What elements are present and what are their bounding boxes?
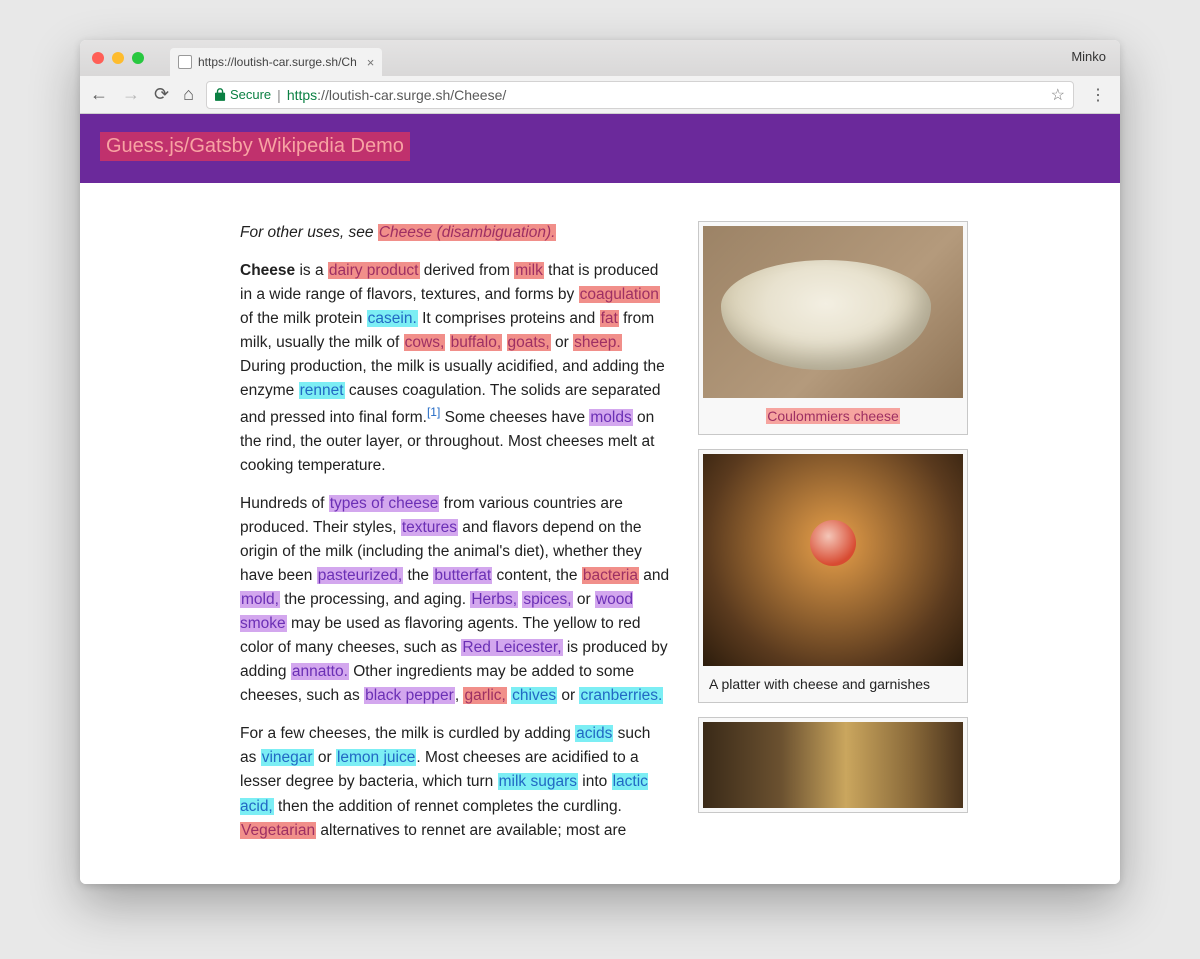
bookmark-star-icon[interactable]: ☆ bbox=[1051, 85, 1065, 105]
link-mold[interactable]: mold, bbox=[240, 591, 280, 608]
image-cheese-platter[interactable] bbox=[703, 454, 963, 666]
reload-button[interactable]: ⟳ bbox=[154, 84, 169, 105]
image-cheese-shop[interactable] bbox=[703, 722, 963, 808]
address-bar[interactable]: Secure | https://loutish-car.surge.sh/Ch… bbox=[206, 81, 1074, 109]
paragraph-3: For a few cheeses, the milk is curdled b… bbox=[240, 722, 670, 842]
home-button[interactable]: ⌂ bbox=[183, 84, 194, 105]
link-pasteurized[interactable]: pasteurized, bbox=[317, 567, 403, 584]
link-black-pepper[interactable]: black pepper bbox=[364, 687, 455, 704]
link-bacteria[interactable]: bacteria bbox=[582, 567, 639, 584]
paragraph-2: Hundreds of types of cheese from various… bbox=[240, 492, 670, 708]
link-sheep[interactable]: sheep. bbox=[573, 334, 622, 351]
link-vinegar[interactable]: vinegar bbox=[261, 749, 314, 766]
link-cranberries[interactable]: cranberries. bbox=[579, 687, 663, 704]
browser-menu-button[interactable]: ⋮ bbox=[1086, 85, 1110, 105]
link-coagulation[interactable]: coagulation bbox=[579, 286, 660, 303]
secure-label: Secure bbox=[230, 87, 271, 102]
term-cheese: Cheese bbox=[240, 262, 295, 279]
profile-name[interactable]: Minko bbox=[1071, 49, 1106, 64]
link-milk[interactable]: milk bbox=[514, 262, 544, 279]
link-red-leicester[interactable]: Red Leicester, bbox=[461, 639, 562, 656]
window-controls bbox=[92, 52, 144, 64]
url-text: https://loutish-car.surge.sh/Cheese/ bbox=[287, 87, 1045, 103]
article-column: For other uses, see Cheese (disambiguati… bbox=[240, 221, 670, 857]
link-garlic[interactable]: garlic, bbox=[463, 687, 506, 704]
figure-coulommiers: Coulommiers cheese bbox=[698, 221, 968, 435]
link-casein[interactable]: casein. bbox=[367, 310, 418, 327]
link-fat[interactable]: fat bbox=[600, 310, 619, 327]
link-cows[interactable]: cows, bbox=[404, 334, 446, 351]
ref-1[interactable]: [1] bbox=[427, 405, 440, 419]
link-disambiguation[interactable]: Cheese (disambiguation). bbox=[378, 224, 557, 241]
fullscreen-window-button[interactable] bbox=[132, 52, 144, 64]
site-header: Guess.js/Gatsby Wikipedia Demo bbox=[80, 114, 1120, 183]
tab-close-icon[interactable]: × bbox=[367, 55, 375, 70]
page-body: For other uses, see Cheese (disambiguati… bbox=[80, 183, 1120, 857]
link-molds[interactable]: molds bbox=[589, 409, 632, 426]
browser-window: https://loutish-car.surge.sh/Ch × Minko … bbox=[80, 40, 1120, 884]
figure-platter: A platter with cheese and garnishes bbox=[698, 449, 968, 703]
link-dairy-product[interactable]: dairy product bbox=[328, 262, 420, 279]
link-coulommiers-cheese[interactable]: Coulommiers cheese bbox=[766, 408, 900, 424]
image-coulommiers-cheese[interactable] bbox=[703, 226, 963, 398]
link-goats[interactable]: goats, bbox=[507, 334, 551, 351]
window-titlebar: https://loutish-car.surge.sh/Ch × Minko bbox=[80, 40, 1120, 76]
back-button[interactable]: ← bbox=[90, 84, 108, 105]
lock-icon bbox=[215, 88, 226, 101]
close-window-button[interactable] bbox=[92, 52, 104, 64]
link-types-of-cheese[interactable]: types of cheese bbox=[329, 495, 440, 512]
link-acids[interactable]: acids bbox=[575, 725, 613, 742]
site-title[interactable]: Guess.js/Gatsby Wikipedia Demo bbox=[100, 132, 410, 161]
caption-platter: A platter with cheese and garnishes bbox=[703, 666, 963, 698]
forward-button[interactable]: → bbox=[122, 84, 140, 105]
link-spices[interactable]: spices, bbox=[522, 591, 572, 608]
link-chives[interactable]: chives bbox=[511, 687, 557, 704]
link-butterfat[interactable]: butterfat bbox=[433, 567, 492, 584]
hatnote: For other uses, see Cheese (disambiguati… bbox=[240, 221, 670, 245]
link-herbs[interactable]: Herbs, bbox=[470, 591, 518, 608]
link-lemon-juice[interactable]: lemon juice bbox=[336, 749, 416, 766]
link-vegetarian[interactable]: Vegetarian bbox=[240, 822, 316, 839]
figure-shop bbox=[698, 717, 968, 813]
link-annatto[interactable]: annatto. bbox=[291, 663, 349, 680]
page-viewport: Guess.js/Gatsby Wikipedia Demo For other… bbox=[80, 114, 1120, 884]
link-buffalo[interactable]: buffalo, bbox=[450, 334, 503, 351]
paragraph-1: Cheese is a dairy product derived from m… bbox=[240, 259, 670, 478]
sidebar-column: Coulommiers cheese A platter with cheese… bbox=[698, 221, 968, 857]
minimize-window-button[interactable] bbox=[112, 52, 124, 64]
tab-title: https://loutish-car.surge.sh/Ch bbox=[198, 55, 357, 69]
caption-coulommiers: Coulommiers cheese bbox=[703, 398, 963, 430]
browser-tab[interactable]: https://loutish-car.surge.sh/Ch × bbox=[170, 48, 382, 76]
link-milk-sugars[interactable]: milk sugars bbox=[498, 773, 578, 790]
tab-favicon bbox=[178, 55, 192, 69]
nav-buttons: ← → ⟳ ⌂ bbox=[90, 84, 194, 105]
link-textures[interactable]: textures bbox=[401, 519, 458, 536]
link-rennet[interactable]: rennet bbox=[299, 382, 345, 399]
secure-indicator[interactable]: Secure bbox=[215, 87, 271, 102]
browser-toolbar: ← → ⟳ ⌂ Secure | https://loutish-car.sur… bbox=[80, 76, 1120, 114]
